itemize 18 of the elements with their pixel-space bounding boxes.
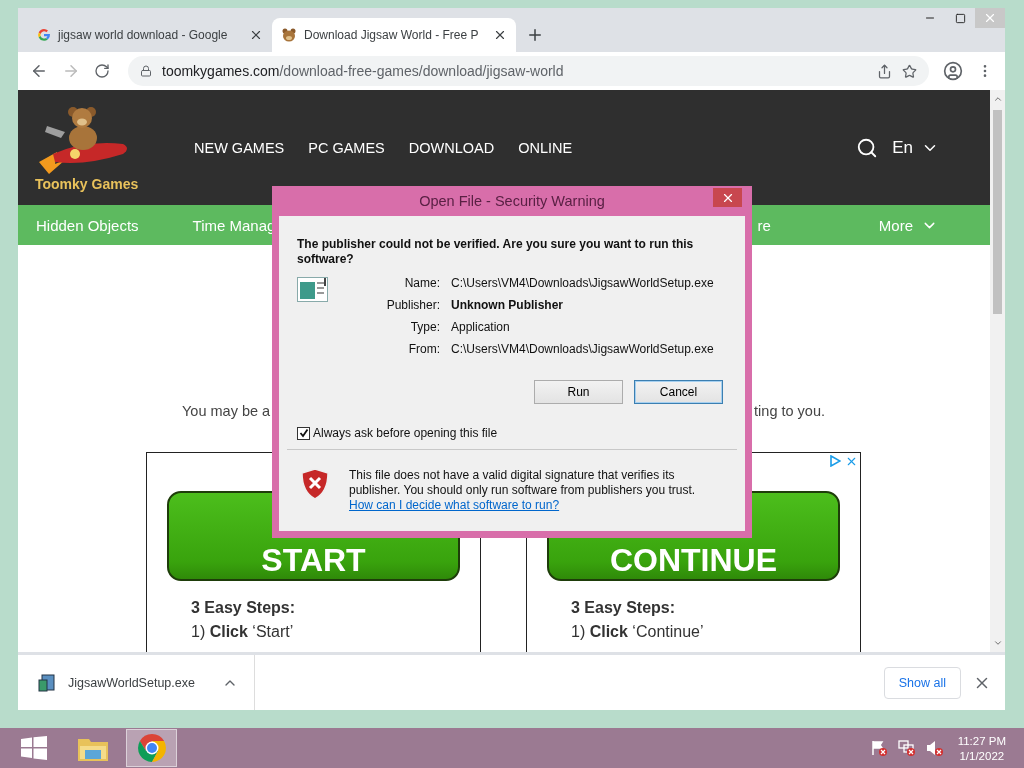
field-label: Name:	[403, 276, 440, 290]
warning-text: This file does not have a valid digital signature that verifies its publisher. You should only run software from publishers you trust.	[349, 468, 697, 498]
notice-text: You may be a	[182, 403, 271, 419]
steps-title: 3 Easy Steps:	[571, 599, 677, 617]
field-label: Publisher:	[385, 298, 440, 312]
field-value: C:\Users\VM4\Downloads\JigsawWorldSetup.exe	[451, 276, 714, 290]
steps-title: 3 Easy Steps:	[191, 599, 297, 617]
step-text: 1) Click ‘Start’	[191, 623, 295, 641]
field-label: Type:	[409, 320, 440, 334]
field-value: Application	[451, 320, 511, 334]
dialog-title: Open File - Security Warning	[419, 193, 605, 209]
download-file-name: JigsawWorldSetup.exe	[68, 675, 196, 690]
warning-heading: The publisher could not be verified. Are you sure you want to run this software?	[297, 237, 695, 267]
step-text: 1) Click ‘Continue’	[571, 623, 705, 641]
field-label: From:	[407, 342, 440, 356]
notice-text: ting to you.	[754, 403, 825, 419]
field-value: C:\Users\VM4\Downloads\JigsawWorldSetup.exe	[451, 342, 714, 356]
field-value: Unknown Publisher	[451, 298, 564, 312]
